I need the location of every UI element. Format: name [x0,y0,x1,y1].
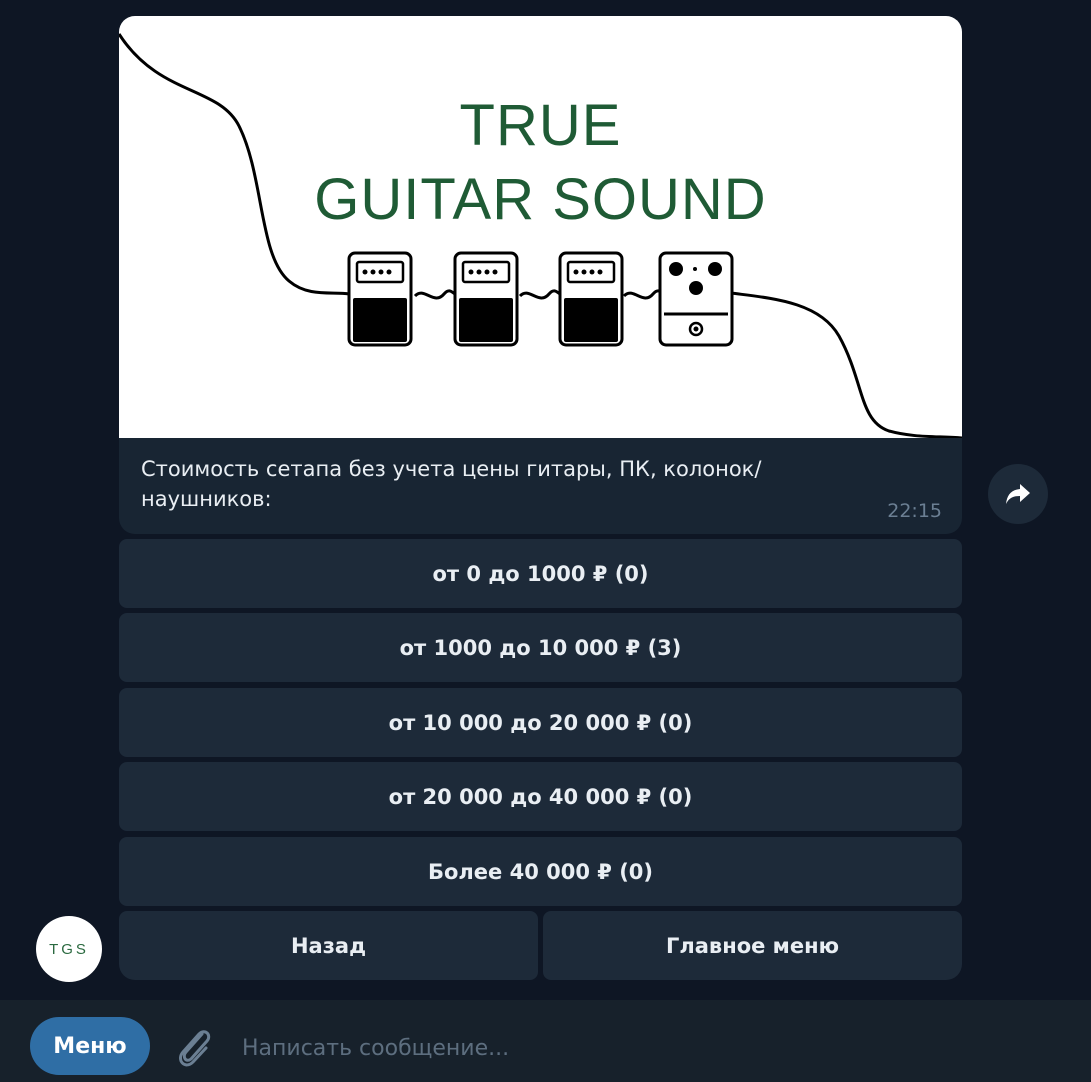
main-menu-button[interactable]: Главное меню [543,911,962,980]
menu-button[interactable]: Меню [30,1017,150,1075]
back-button[interactable]: Назад [119,911,538,980]
attach-button[interactable] [172,1024,216,1070]
price-option-20000-40000[interactable]: от 20 000 до 40 000 ₽ (0) [119,762,962,831]
price-option-0-1000[interactable]: от 0 до 1000 ₽ (0) [119,539,962,608]
avatar[interactable]: TGS [36,916,102,982]
pedal-icon [347,251,413,347]
message-time: 22:15 [887,500,942,522]
banner-image: TRUE GUITAR SOUND [119,16,962,438]
price-option-10000-20000[interactable]: от 10 000 до 20 000 ₽ (0) [119,688,962,757]
price-option-over-40000[interactable]: Более 40 000 ₽ (0) [119,837,962,906]
bot-message: TRUE GUITAR SOUND Стоимость сетапа без у… [119,16,962,534]
banner-title-line1: TRUE [459,93,622,158]
pedal-icon [453,251,519,347]
share-arrow-icon [1006,484,1030,504]
paperclip-icon [179,1030,211,1067]
banner-title-line2: GUITAR SOUND [314,167,767,232]
avatar-text: TGS [49,940,89,958]
pedal-icon [558,251,624,347]
price-option-1000-10000[interactable]: от 1000 до 10 000 ₽ (3) [119,613,962,682]
message-input[interactable] [240,1022,1064,1074]
share-button[interactable] [988,464,1048,524]
message-caption: Стоимость сетапа без учета цены гитары, … [141,457,762,511]
pedal-icon [658,251,734,347]
